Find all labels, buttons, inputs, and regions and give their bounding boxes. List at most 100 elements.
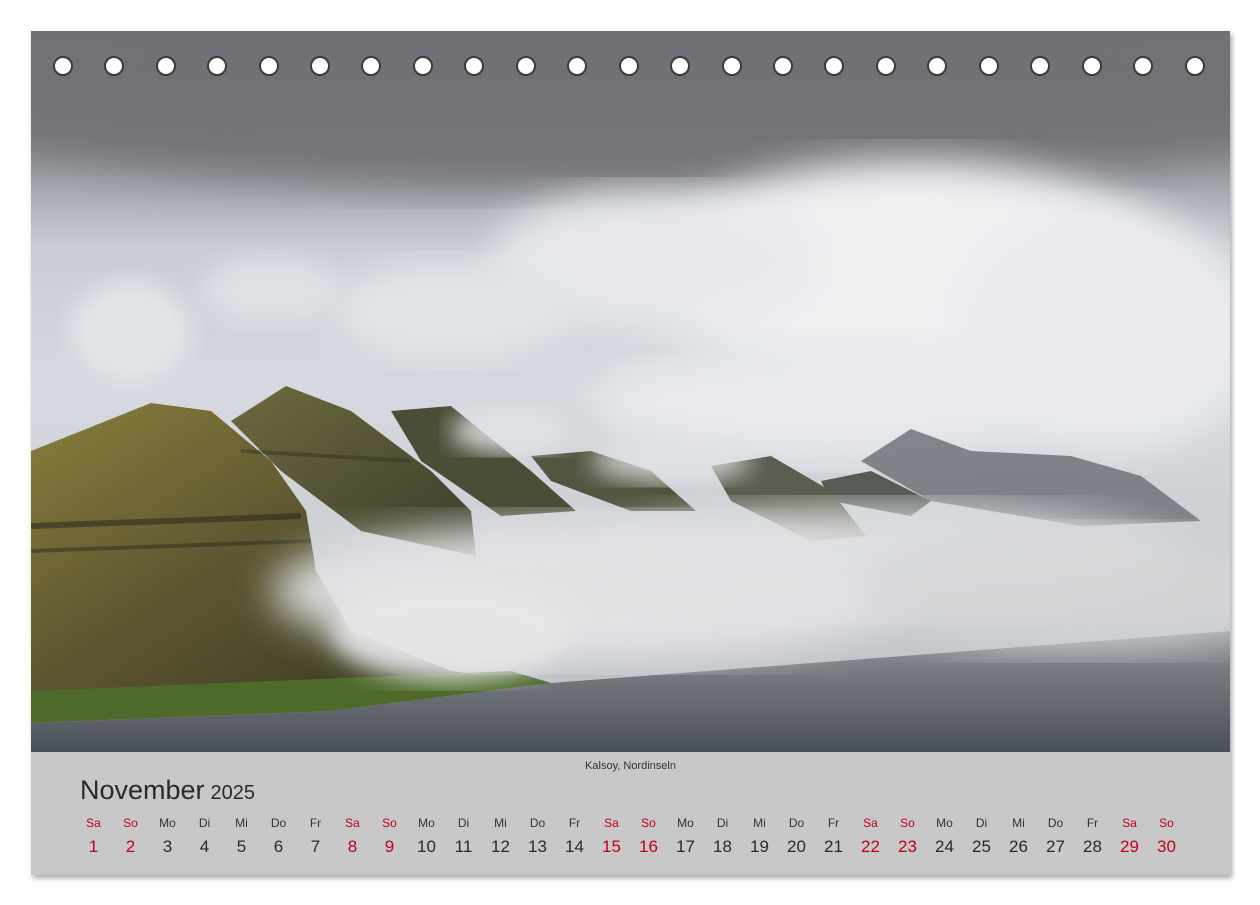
binding-hole (413, 56, 433, 76)
binding-hole (927, 56, 947, 76)
day-column: So 23 (889, 815, 926, 859)
year-label: 2025 (210, 782, 256, 804)
binding-hole (259, 56, 279, 76)
binding-hole (207, 56, 227, 76)
day-number: 7 (310, 837, 321, 856)
day-number: 10 (417, 837, 436, 856)
weekday-label: Mi (1012, 816, 1025, 830)
binding-hole (361, 56, 381, 76)
weekday-label: Mo (418, 816, 435, 830)
weekday-label: So (641, 816, 656, 830)
day-column: Mo 3 (149, 815, 186, 859)
binding-hole (1082, 56, 1102, 76)
day-number: 2 (125, 837, 136, 856)
day-column: So 16 (630, 815, 667, 859)
day-column: Mi 5 (223, 815, 260, 859)
weekday-label: Di (716, 816, 729, 830)
weekday-label: Fr (827, 816, 840, 830)
weekday-label: Do (270, 816, 287, 830)
binding-hole (876, 56, 896, 76)
month-title: November 2025 (80, 775, 255, 806)
day-column: Do 20 (778, 815, 815, 859)
day-column: Mo 24 (926, 815, 963, 859)
day-number: 29 (1120, 837, 1139, 856)
day-column: Mi 19 (741, 815, 778, 859)
day-number: 3 (162, 837, 173, 856)
landscape-photo (31, 31, 1230, 752)
day-column: So 30 (1148, 815, 1185, 859)
day-number: 19 (750, 837, 769, 856)
binding-hole (1185, 56, 1205, 76)
weekday-label: Fr (309, 816, 322, 830)
binding-hole (1030, 56, 1050, 76)
weekday-label: Mo (677, 816, 694, 830)
weekday-label: Do (1047, 816, 1064, 830)
day-column: So 2 (112, 815, 149, 859)
day-number: 11 (454, 837, 473, 856)
day-number: 14 (565, 837, 584, 856)
binding-hole (979, 56, 999, 76)
day-column: Fr 21 (815, 815, 852, 859)
day-number: 17 (676, 837, 695, 856)
binding-hole (156, 56, 176, 76)
day-column: Di 11 (445, 815, 482, 859)
day-number: 5 (236, 837, 247, 856)
weekday-label: Mo (936, 816, 953, 830)
day-number: 6 (273, 837, 284, 856)
day-number: 1 (88, 837, 99, 856)
photo-caption: Kalsoy, Nordinseln (585, 760, 676, 772)
day-number: 28 (1083, 837, 1102, 856)
weekday-label: Do (529, 816, 546, 830)
day-number: 25 (972, 837, 991, 856)
weekday-label: So (900, 816, 915, 830)
day-number: 9 (384, 837, 395, 856)
day-column: Do 13 (519, 815, 556, 859)
binding-hole (619, 56, 639, 76)
day-number: 23 (898, 837, 917, 856)
day-column: Mi 12 (482, 815, 519, 859)
day-column: Sa 1 (75, 815, 112, 859)
day-column: Sa 15 (593, 815, 630, 859)
day-number: 12 (491, 837, 510, 856)
weekday-label: Fr (1086, 816, 1099, 830)
day-number: 8 (347, 837, 358, 856)
weekday-label: Mi (494, 816, 507, 830)
day-column: Mo 17 (667, 815, 704, 859)
day-column: Sa 22 (852, 815, 889, 859)
binding-hole (104, 56, 124, 76)
binding-hole (670, 56, 690, 76)
binding-hole (464, 56, 484, 76)
binding-hole (1133, 56, 1153, 76)
weekday-label: Di (975, 816, 988, 830)
day-number: 22 (861, 837, 880, 856)
binding-hole (53, 56, 73, 76)
weekday-label: Sa (863, 816, 878, 830)
day-number: 16 (639, 837, 658, 856)
weekday-label: Di (457, 816, 470, 830)
day-number: 18 (713, 837, 732, 856)
day-column: So 9 (371, 815, 408, 859)
day-number: 27 (1046, 837, 1065, 856)
weekday-label: Sa (86, 816, 101, 830)
weekday-label: So (382, 816, 397, 830)
day-column: Mi 26 (1000, 815, 1037, 859)
binding-holes (31, 31, 1230, 103)
weekday-label: Sa (1122, 816, 1137, 830)
weekday-label: Mi (753, 816, 766, 830)
weekday-label: Mi (235, 816, 248, 830)
day-column: Di 18 (704, 815, 741, 859)
day-number: 30 (1157, 837, 1176, 856)
weekday-label: Di (198, 816, 211, 830)
day-column: Mo 10 (408, 815, 445, 859)
day-column: Sa 8 (334, 815, 371, 859)
binding-hole (722, 56, 742, 76)
binding-hole (824, 56, 844, 76)
day-number: 20 (787, 837, 806, 856)
day-column: Sa 29 (1111, 815, 1148, 859)
calendar-page: Kalsoy, Nordinseln November 2025 Sa 1 So 2 Mo… (31, 31, 1230, 875)
binding-hole (516, 56, 536, 76)
weekday-label: Fr (568, 816, 581, 830)
weekday-label: So (1159, 816, 1174, 830)
day-column: Fr 7 (297, 815, 334, 859)
binding-hole (773, 56, 793, 76)
